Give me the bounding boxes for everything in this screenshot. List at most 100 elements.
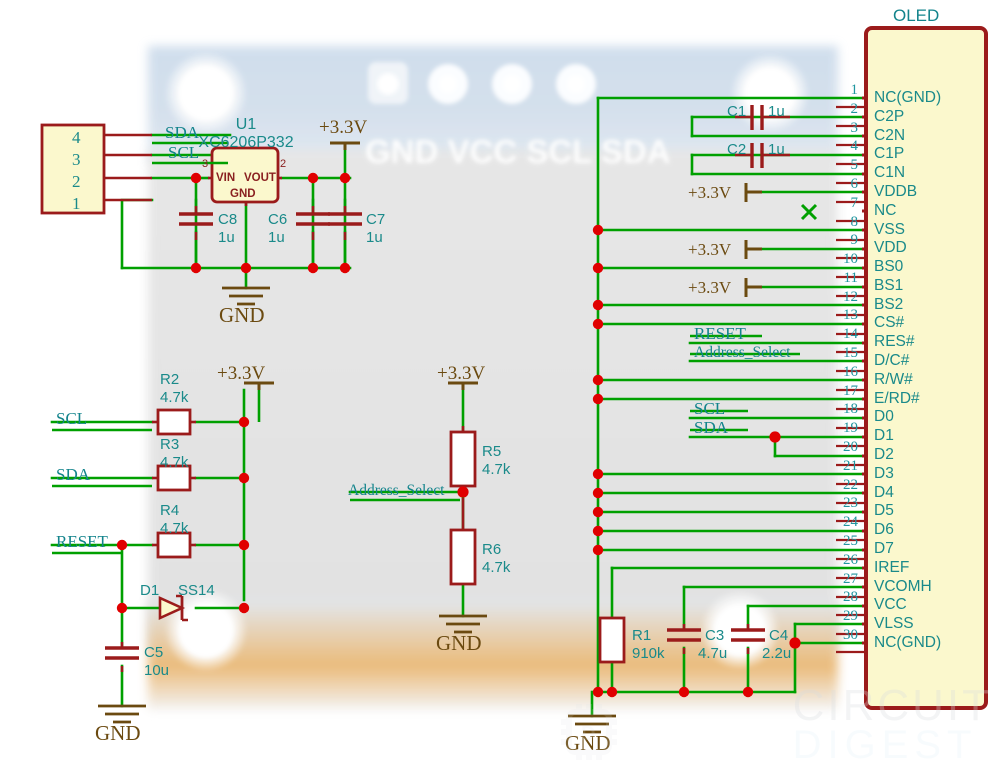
connector-pin-1: 1 bbox=[72, 194, 81, 213]
oled-pin-name-dc: D/C# bbox=[874, 352, 910, 370]
oled-pin-name-ncgnd: NC(GND) bbox=[874, 89, 942, 106]
oled-pin-name-ncgnd: NC(GND) bbox=[874, 633, 942, 651]
oled-pin-number-1: 1 bbox=[850, 82, 859, 98]
oled-pin-name-d0: D0 bbox=[874, 408, 894, 426]
oled-pin-name-vlss: VLSS bbox=[874, 615, 914, 633]
c7-designator: C7 bbox=[366, 211, 386, 228]
oled-pin-number-12: 12 bbox=[843, 288, 858, 305]
oled-pin-name-vddb: VDDB bbox=[874, 182, 918, 200]
power-label-3v3-pullups: +3.3V bbox=[217, 363, 266, 384]
oled-pin-number-2: 2 bbox=[850, 100, 859, 117]
r1-value: 910k bbox=[632, 645, 665, 662]
oled-pin-name-c1n: C1N bbox=[874, 164, 906, 182]
oled-pin-number-18: 18 bbox=[843, 401, 858, 418]
oled-pin-number-6: 6 bbox=[850, 175, 859, 192]
oled-pin-number-8: 8 bbox=[850, 213, 859, 230]
oled-pin-name-vdd: VDD bbox=[874, 239, 907, 257]
oled-pin-number-22: 22 bbox=[843, 476, 858, 493]
net-label-address-select-pin15: Address_Select bbox=[694, 344, 791, 361]
gnd-label-divider: GND bbox=[436, 631, 482, 655]
c2-designator: C2 bbox=[727, 141, 747, 158]
oled-pin-name-d1: D1 bbox=[874, 427, 894, 445]
oled-pin-name-d6: D6 bbox=[874, 521, 894, 539]
oled-pin-number-20: 20 bbox=[843, 439, 858, 455]
oled-pin-name-c1p: C1P bbox=[874, 145, 905, 163]
oled-pin-name-rw: R/W# bbox=[874, 370, 913, 388]
oled-pin-number-17: 17 bbox=[843, 382, 858, 399]
oled-pin-number-3: 3 bbox=[850, 119, 859, 136]
oled-pin-name-d4: D4 bbox=[874, 483, 894, 501]
c5-value: 10u bbox=[144, 662, 170, 679]
r1-designator: R1 bbox=[632, 627, 652, 644]
oled-pin-number-5: 5 bbox=[850, 157, 859, 174]
oled-pin-number-24: 24 bbox=[843, 514, 858, 531]
oled-pin-name-c2n: C2N bbox=[874, 126, 906, 144]
oled-pin-name-vcc: VCC bbox=[874, 596, 907, 614]
r4-value: 4.7k bbox=[160, 520, 189, 537]
r5-value: 4.7k bbox=[482, 461, 511, 478]
power-label-3v3-regout: +3.3V bbox=[319, 117, 368, 138]
c1-value: 1u bbox=[768, 103, 785, 120]
c2-value: 1u bbox=[768, 141, 785, 158]
net-label-scl-pin18: SCL bbox=[694, 399, 726, 418]
u1-port-vin: VIN bbox=[216, 172, 236, 184]
u1-designator: U1 bbox=[235, 116, 257, 133]
power-label-3v3-vddb: +3.3V bbox=[688, 183, 732, 202]
gnd-label-regulator: GND bbox=[219, 303, 265, 327]
oled-pin-number-10: 10 bbox=[843, 251, 858, 268]
net-label-reset-pin14: RESET bbox=[694, 324, 746, 343]
r6-designator: R6 bbox=[482, 541, 502, 558]
r3-value: 4.7k bbox=[160, 454, 189, 471]
net-label-scl-pullup: SCL bbox=[56, 409, 88, 428]
oled-pin-number-11: 11 bbox=[843, 269, 858, 286]
diode-d1-symbol bbox=[158, 594, 188, 622]
oled-pin-name-d2: D2 bbox=[874, 446, 894, 463]
oled-pin-number-4: 4 bbox=[850, 138, 859, 155]
power-label-3v3-bs1: +3.3V bbox=[688, 278, 732, 297]
oled-pin-name-bs1: BS1 bbox=[874, 276, 904, 294]
oled-pin-number-21: 21 bbox=[843, 457, 858, 474]
oled-pin-name-cs: CS# bbox=[874, 314, 905, 332]
r3-designator: R3 bbox=[160, 436, 180, 453]
oled-pin-name-res: RES# bbox=[874, 333, 915, 351]
net-label-reset-pullup: RESET bbox=[56, 532, 108, 551]
oled-pin-number-27: 27 bbox=[843, 570, 858, 587]
u1-pin-2: 2 bbox=[280, 158, 287, 170]
oled-pin-number-28: 28 bbox=[843, 589, 858, 606]
c5-designator: C5 bbox=[144, 644, 164, 661]
r2-value: 4.7k bbox=[160, 389, 189, 406]
r5-designator: R5 bbox=[482, 443, 502, 460]
oled-pin-name-bs0: BS0 bbox=[874, 258, 904, 276]
u1-port-gnd: GND bbox=[230, 188, 256, 200]
no-connect-cross-icon bbox=[800, 203, 818, 221]
net-label-sda-pullup: SDA bbox=[56, 465, 91, 484]
oled-pin-name-d7: D7 bbox=[874, 539, 894, 557]
net-label-sda-pin19: SDA bbox=[694, 418, 729, 437]
oled-pin-number-25: 25 bbox=[843, 532, 858, 549]
gnd-label-oled: GND bbox=[565, 731, 611, 755]
oled-pin-name-vss: VSS bbox=[874, 220, 906, 238]
d1-designator: D1 bbox=[140, 582, 160, 599]
c6-value: 1u bbox=[268, 229, 285, 246]
d1-value: SS14 bbox=[178, 582, 215, 599]
oled-pin-name-vcomh: VCOMH bbox=[874, 577, 932, 595]
connector-pin-2: 2 bbox=[72, 172, 81, 191]
c4-designator: C4 bbox=[769, 627, 789, 644]
power-label-3v3-vdd: +3.3V bbox=[688, 240, 732, 259]
oled-pin-name-d5: D5 bbox=[874, 502, 894, 520]
oled-pin-number-14: 14 bbox=[843, 326, 858, 343]
connector-pin-4: 4 bbox=[72, 128, 81, 147]
oled-pin-name-bs2: BS2 bbox=[874, 295, 904, 313]
r4-designator: R4 bbox=[160, 502, 180, 519]
c3-designator: C3 bbox=[705, 627, 725, 644]
gnd-label-c5: GND bbox=[95, 721, 141, 745]
r2-designator: R2 bbox=[160, 371, 180, 388]
oled-title: OLED bbox=[893, 6, 940, 25]
oled-pin-number-13: 13 bbox=[843, 307, 858, 324]
c8-designator: C8 bbox=[218, 211, 238, 228]
u1-part-number: XC6206P332 bbox=[198, 134, 294, 151]
oled-pin-name-erd: E/RD# bbox=[874, 389, 920, 407]
oled-pin-number-15: 15 bbox=[843, 345, 858, 362]
oled-pin-number-19: 19 bbox=[843, 420, 858, 437]
net-label-address-select-divider: Address_Select bbox=[348, 482, 445, 499]
